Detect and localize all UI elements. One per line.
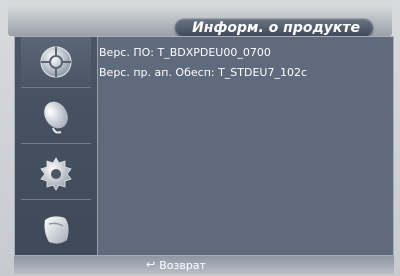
page-title: Информ. о продукте bbox=[174, 18, 374, 38]
picture-icon bbox=[40, 46, 72, 78]
satellite-dish-icon bbox=[44, 101, 68, 134]
support-version-text: Верс. пр. ап. Обесп: T_STDEU7_102c bbox=[99, 66, 308, 79]
sidebar-item-input[interactable] bbox=[21, 205, 91, 255]
tv-menu-screen: Информ. о продукте Верс. ПО: T_BDXPDEU00… bbox=[0, 0, 400, 276]
software-version-text: Верс. ПО: T_BDXPDEU00_0700 bbox=[99, 46, 271, 59]
menu-sidebar bbox=[15, 37, 98, 263]
return-icon: ↩ bbox=[146, 258, 156, 271]
return-label: Возврат bbox=[159, 258, 206, 272]
return-button[interactable]: ↩ Возврат bbox=[146, 257, 206, 273]
menu-header: Информ. о продукте bbox=[8, 6, 392, 38]
sidebar-item-setup[interactable] bbox=[21, 149, 91, 200]
sidebar-item-picture[interactable] bbox=[21, 37, 91, 88]
sidebar-item-channel[interactable] bbox=[21, 93, 91, 144]
menu-panel: Верс. ПО: T_BDXPDEU00_0700 Верс. пр. ап.… bbox=[14, 36, 394, 264]
input-plug-icon bbox=[44, 216, 69, 244]
menu-footer: ↩ Возврат bbox=[14, 255, 394, 274]
product-info-content: Верс. ПО: T_BDXPDEU00_0700 Верс. пр. ап.… bbox=[99, 43, 387, 83]
settings-gear-icon bbox=[40, 157, 72, 191]
